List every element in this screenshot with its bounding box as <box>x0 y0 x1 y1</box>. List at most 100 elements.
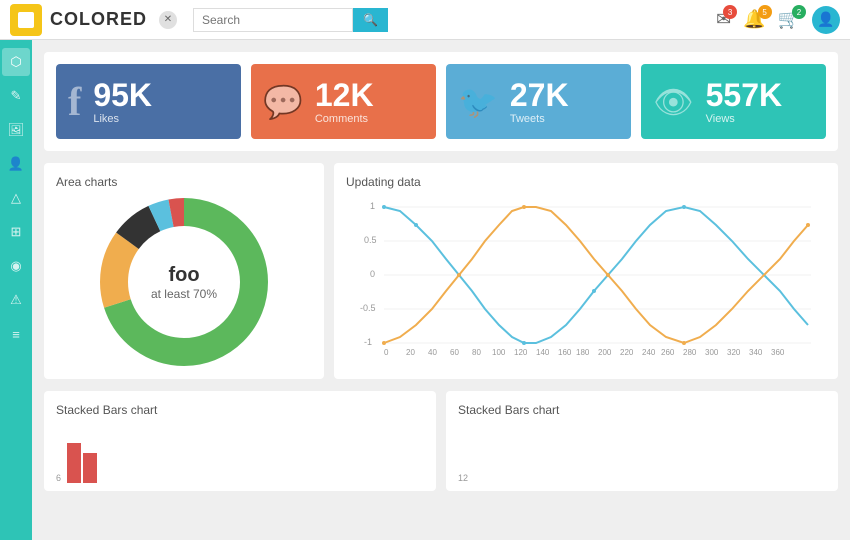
stat-label-facebook: Likes <box>93 113 152 125</box>
sidebar-item-warning[interactable]: ⚠ <box>2 286 30 314</box>
donut-container: foo at least 70% <box>56 197 312 367</box>
svg-text:80: 80 <box>472 348 481 357</box>
svg-text:-0.5: -0.5 <box>360 303 376 313</box>
sidebar-item-edit[interactable]: ✎ <box>2 82 30 110</box>
bottom-right-y-label: 12 <box>458 473 468 483</box>
svg-text:40: 40 <box>428 348 437 357</box>
svg-text:320: 320 <box>727 348 741 357</box>
svg-text:60: 60 <box>450 348 459 357</box>
views-icon: 👁 <box>653 83 694 121</box>
stat-info-facebook: 95K Likes <box>93 79 152 125</box>
sidebar-item-map[interactable]: ◉ <box>2 252 30 280</box>
bar-segment-red <box>67 443 81 483</box>
bottom-card-right: Stacked Bars chart 12 <box>446 391 838 491</box>
mail-badge: 3 <box>723 5 737 19</box>
sidebar-item-user[interactable]: 👤 <box>2 150 30 178</box>
sidebar-item-list[interactable]: ≡ <box>2 320 30 348</box>
search-button[interactable]: 🔍 <box>353 8 388 32</box>
svg-text:220: 220 <box>620 348 634 357</box>
stat-label-views: Views <box>706 113 783 125</box>
bottom-bar-chart-right: 12 <box>458 423 826 483</box>
svg-text:140: 140 <box>536 348 550 357</box>
teal-dot <box>592 289 596 293</box>
bell-badge: 5 <box>758 5 772 19</box>
sidebar: ⬡ ✎ 🖼 👤 △ ⊞ ◉ ⚠ ≡ <box>0 40 32 540</box>
stat-info-comments: 12K Comments <box>315 79 374 125</box>
user-avatar[interactable]: 👤 <box>812 6 840 34</box>
main-content: f 95K Likes 💬 12K Comments 🐦 27K Tweets <box>32 40 850 540</box>
stat-value-views: 557K <box>706 79 783 111</box>
svg-text:300: 300 <box>705 348 719 357</box>
bar-segment-red2 <box>83 453 97 483</box>
stat-info-views: 557K Views <box>706 79 783 125</box>
sidebar-item-image[interactable]: 🖼 <box>2 116 30 144</box>
bottom-card-left-title: Stacked Bars chart <box>56 403 424 417</box>
donut-svg <box>99 197 269 367</box>
stat-card-facebook: f 95K Likes <box>56 64 241 139</box>
twitter-icon: 🐦 <box>458 83 498 121</box>
stat-card-twitter: 🐦 27K Tweets <box>446 64 631 139</box>
bar-group-2 <box>83 453 97 483</box>
line-chart-card: Updating data 1 0.5 0 -0.5 -1 0 2 <box>334 163 838 379</box>
teal-dot <box>414 223 418 227</box>
mail-icon-wrap[interactable]: ✉ 3 <box>716 9 731 30</box>
stat-value-facebook: 95K <box>93 79 152 111</box>
app-title: COLORED <box>50 9 147 30</box>
cart-badge: 2 <box>792 5 806 19</box>
bottom-row: Stacked Bars chart 6 Stacked Bars chart … <box>44 391 838 491</box>
svg-text:0: 0 <box>384 348 389 357</box>
bottom-card-right-title: Stacked Bars chart <box>458 403 826 417</box>
search-input[interactable] <box>193 8 353 32</box>
charts-row: Area charts foo at least 70% <box>44 163 838 379</box>
area-chart-title: Area charts <box>56 175 312 189</box>
stat-card-comments: 💬 12K Comments <box>251 64 436 139</box>
svg-text:280: 280 <box>683 348 697 357</box>
orange-dot <box>806 223 810 227</box>
svg-text:0.5: 0.5 <box>364 235 377 245</box>
close-tab-button[interactable]: ✕ <box>159 11 177 29</box>
svg-text:340: 340 <box>749 348 763 357</box>
teal-dot <box>682 205 686 209</box>
topnav: COLORED ✕ 🔍 ✉ 3 🔔 5 🛒 2 👤 <box>0 0 850 40</box>
bottom-left-y-label: 6 <box>56 473 61 483</box>
sidebar-item-pin[interactable]: △ <box>2 184 30 212</box>
svg-text:20: 20 <box>406 348 415 357</box>
svg-text:-1: -1 <box>364 337 372 347</box>
sidebar-item-share[interactable]: ⬡ <box>2 48 30 76</box>
stat-value-twitter: 27K <box>510 79 569 111</box>
teal-dot <box>382 205 386 209</box>
svg-text:360: 360 <box>771 348 785 357</box>
orange-dot <box>682 341 686 345</box>
svg-text:240: 240 <box>642 348 656 357</box>
logo-inner <box>18 12 34 28</box>
layout: ⬡ ✎ 🖼 👤 △ ⊞ ◉ ⚠ ≡ f 95K Likes 💬 12K Comm <box>0 40 850 540</box>
svg-text:180: 180 <box>576 348 590 357</box>
comments-icon: 💬 <box>263 83 303 121</box>
logo <box>10 4 42 36</box>
orange-dot <box>522 205 526 209</box>
area-chart-card: Area charts foo at least 70% <box>44 163 324 379</box>
stat-value-comments: 12K <box>315 79 374 111</box>
svg-text:120: 120 <box>514 348 528 357</box>
cart-icon-wrap[interactable]: 🛒 2 <box>778 9 800 30</box>
bell-icon-wrap[interactable]: 🔔 5 <box>743 9 765 30</box>
svg-text:100: 100 <box>492 348 506 357</box>
sidebar-item-grid[interactable]: ⊞ <box>2 218 30 246</box>
svg-text:260: 260 <box>661 348 675 357</box>
bottom-bar-chart-left: 6 <box>56 423 424 483</box>
teal-dot <box>522 341 526 345</box>
stat-card-views: 👁 557K Views <box>641 64 826 139</box>
stat-info-twitter: 27K Tweets <box>510 79 569 125</box>
stat-label-comments: Comments <box>315 113 374 125</box>
orange-dot <box>457 273 461 277</box>
svg-text:200: 200 <box>598 348 612 357</box>
facebook-icon: f <box>68 78 81 125</box>
search-box: 🔍 <box>193 8 413 32</box>
svg-text:1: 1 <box>370 201 375 211</box>
stat-cards-container: f 95K Likes 💬 12K Comments 🐦 27K Tweets <box>44 52 838 151</box>
line-chart-title: Updating data <box>346 175 826 189</box>
svg-text:160: 160 <box>558 348 572 357</box>
svg-text:0: 0 <box>370 269 375 279</box>
orange-dot <box>606 273 610 277</box>
line-chart-svg: 1 0.5 0 -0.5 -1 0 20 40 60 80 <box>346 197 826 357</box>
